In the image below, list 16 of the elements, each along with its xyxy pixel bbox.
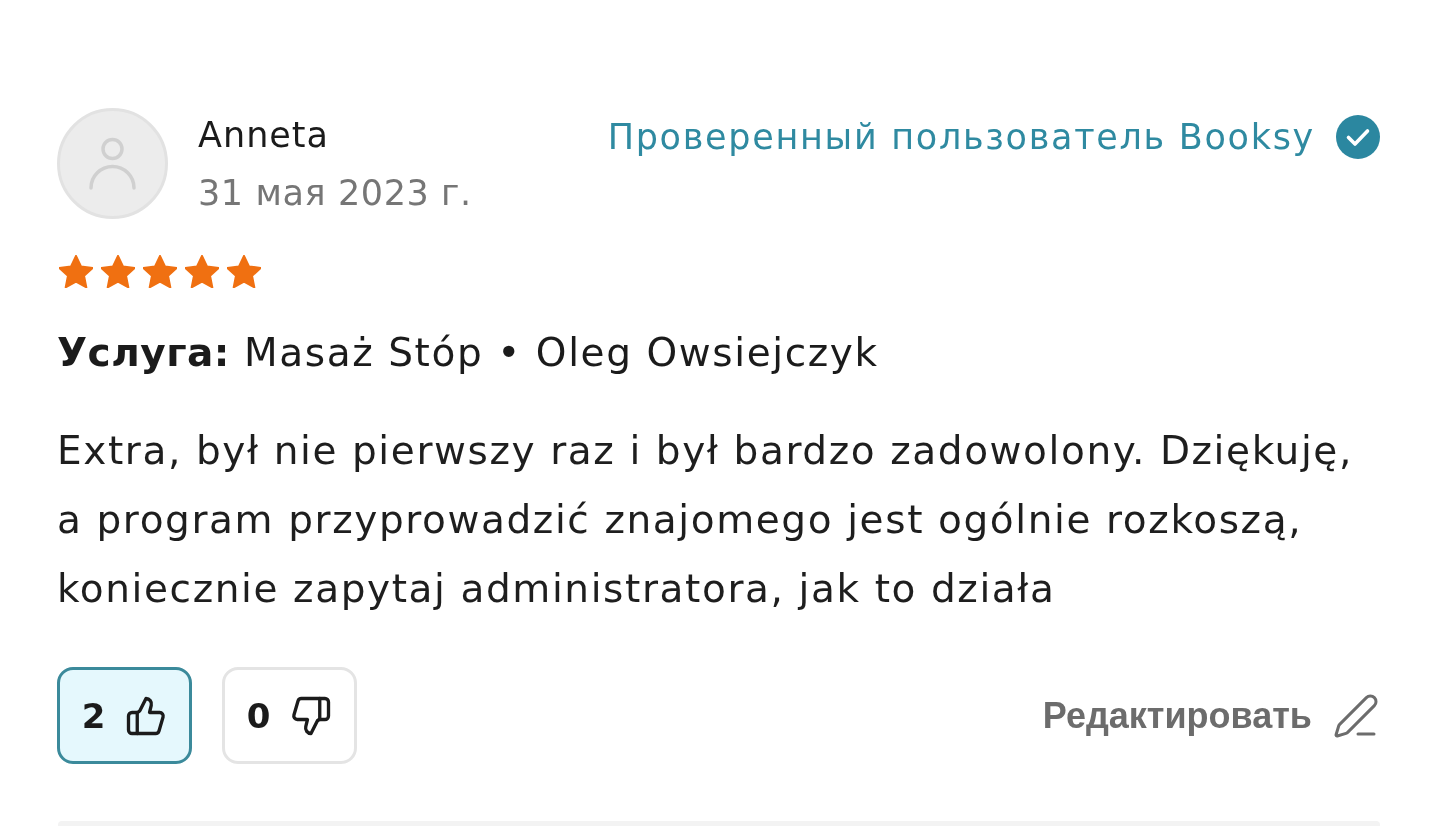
like-button[interactable]: 2 <box>57 667 192 764</box>
avatar-icon <box>57 108 168 219</box>
review-text: Extra, był nie pierwszy raz i był bardzo zadowolony. Dziękuję, a program przyprowadzić znajomego jest ogólnie rozkoszą, koniecznie zapytaj administratora, jak to działa <box>57 427 1354 613</box>
service-line: Услуга: Masaż Stóp • Oleg Owsiejczyk <box>57 330 880 376</box>
verified-label: Проверенный пользователь Booksy <box>607 116 1315 159</box>
star-icon <box>59 255 93 288</box>
thumbs-down-icon <box>290 694 333 737</box>
star-icon <box>101 255 135 288</box>
star-icon <box>227 255 261 288</box>
thumbs-up-icon <box>125 694 168 737</box>
star-icon <box>143 255 177 288</box>
star-icon <box>185 255 219 288</box>
review-date: 31 мая 2023 г. <box>198 172 472 214</box>
user-name: Anneta <box>198 114 330 156</box>
dislike-button[interactable]: 0 <box>222 667 357 764</box>
edit-button[interactable]: Редактировать <box>1042 691 1380 740</box>
